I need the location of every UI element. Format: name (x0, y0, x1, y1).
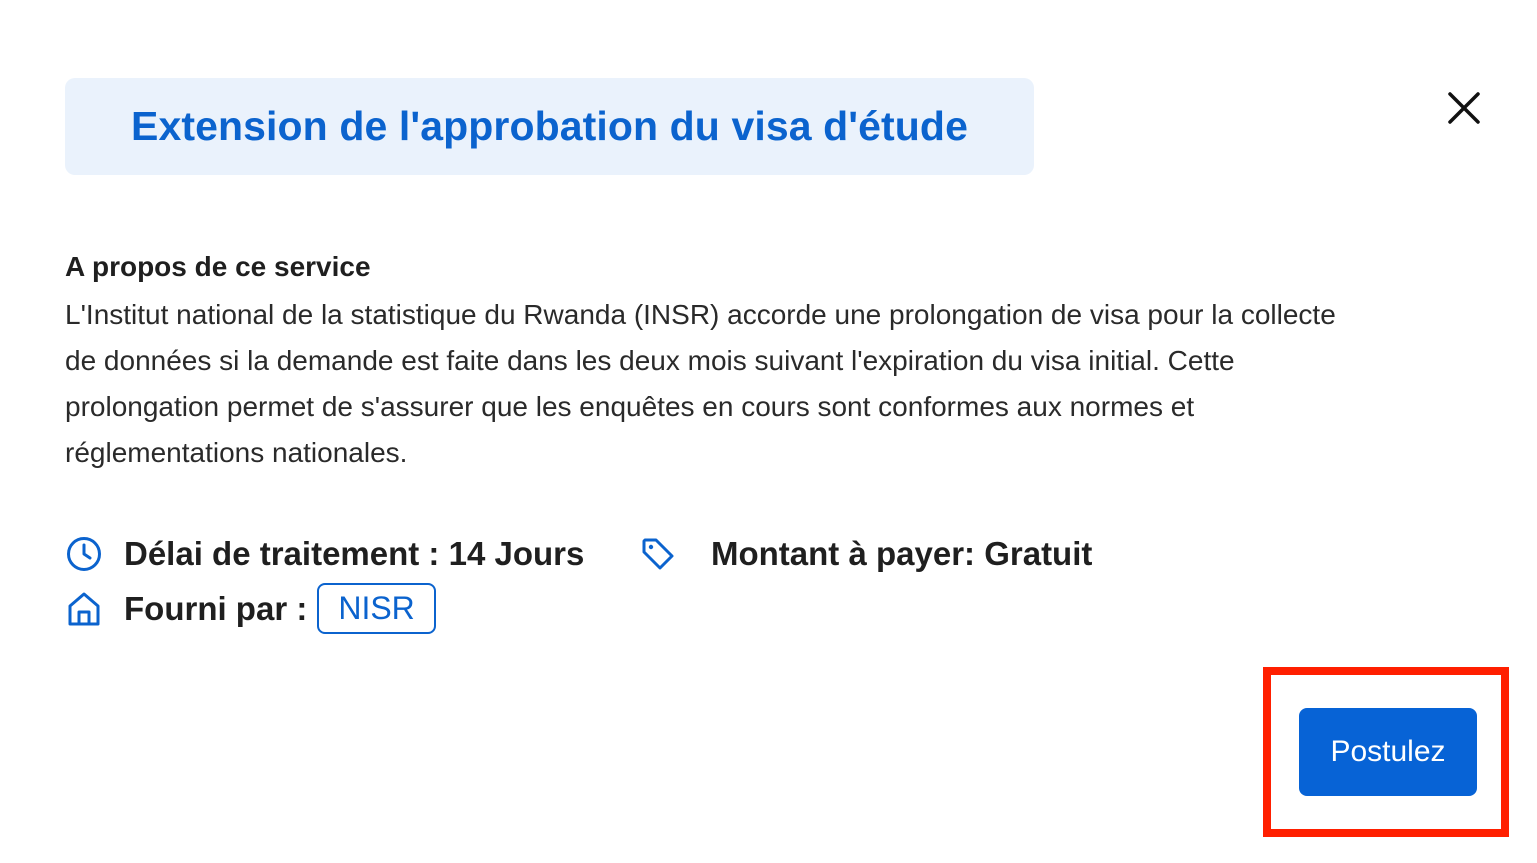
provider-row: Fourni par : NISR (65, 583, 436, 634)
processing-time-text: Délai de traitement : 14 Jours (124, 535, 585, 572)
home-icon (65, 590, 103, 628)
amount-row: Montant à payer: Gratuit (639, 535, 1092, 573)
close-button[interactable] (1440, 84, 1488, 132)
modal-title: Extension de l'approbation du visa d'étu… (131, 103, 968, 149)
about-heading: A propos de ce service (65, 251, 371, 282)
provider-badge[interactable]: NISR (317, 583, 436, 634)
about-line: L'Institut national de la statistique du… (65, 299, 1336, 330)
clock-icon (65, 535, 103, 573)
tag-icon (639, 535, 677, 573)
about-line: réglementations nationales. (65, 437, 408, 468)
apply-button[interactable]: Postulez (1299, 708, 1477, 796)
provided-by-label: Fourni par : (124, 589, 308, 627)
processing-time-row: Délai de traitement : 14 Jours (65, 535, 584, 573)
modal-title-box: Extension de l'approbation du visa d'étu… (65, 78, 1034, 175)
close-icon (1448, 92, 1480, 124)
amount-text: Montant à payer: Gratuit (711, 535, 1093, 572)
about-line: prolongation permet de s'assurer que les… (65, 391, 1195, 422)
about-description: L'Institut national de la statistique du… (65, 292, 1485, 476)
about-line: de données si la demande est faite dans … (65, 345, 1235, 376)
service-modal: Extension de l'approbation du visa d'étu… (0, 0, 1537, 863)
